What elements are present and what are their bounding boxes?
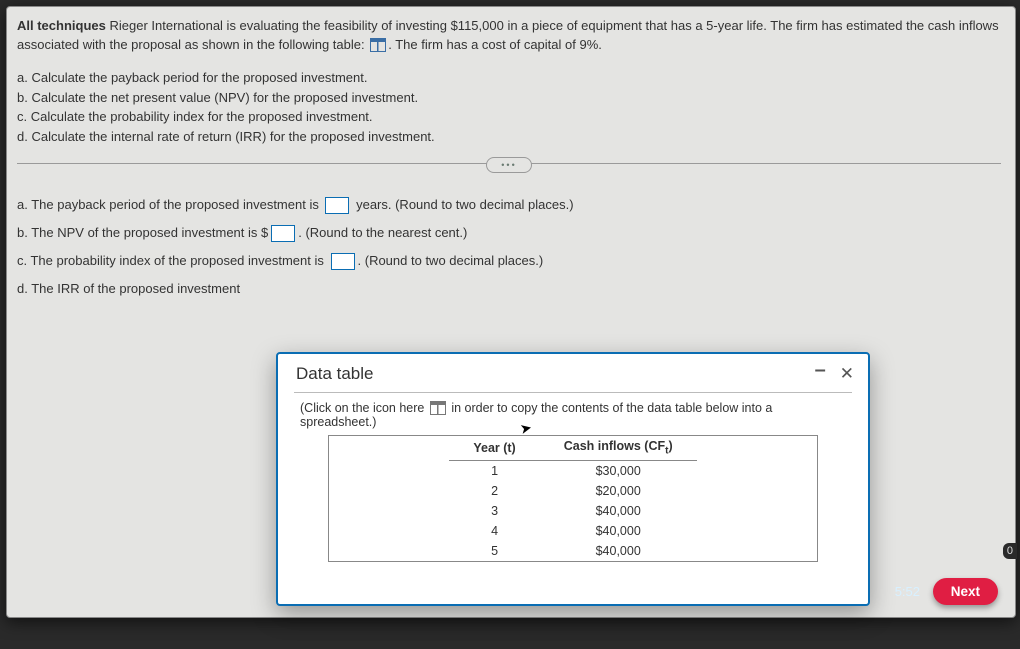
answer-b-post: . (Round to the nearest cent.) (298, 225, 467, 240)
cell-cf: $40,000 (540, 541, 697, 561)
section-divider: ••• (17, 163, 1001, 182)
input-payback[interactable] (325, 197, 349, 214)
question-a: a. Calculate the payback period for the … (17, 69, 1001, 88)
table-row: 3$40,000 (449, 501, 696, 521)
side-badge: 0 (1003, 543, 1017, 559)
table-body: 1$30,000 2$20,000 3$40,000 4$40,000 5$40… (449, 460, 696, 561)
col-year: Year (t) (449, 436, 539, 460)
intro-paragraph: All techniques Rieger International is e… (17, 17, 1001, 55)
cell-year: 3 (449, 501, 539, 521)
table-row: 2$20,000 (449, 481, 696, 501)
copy-table-icon[interactable] (430, 401, 446, 415)
close-icon[interactable]: ✕ (840, 364, 854, 384)
table-header-row: Year (t) Cash inflows (CFt) (449, 436, 696, 460)
modal-title: Data table (296, 364, 374, 384)
data-table-wrap: Year (t) Cash inflows (CFt) 1$30,000 2$2… (328, 435, 818, 562)
intro-text-2: . The firm has a cost of capital of 9%. (388, 37, 602, 52)
answer-c-pre: c. The probability index of the proposed… (17, 253, 324, 268)
cell-cf: $30,000 (540, 460, 697, 481)
question-content: All techniques Rieger International is e… (7, 7, 1015, 298)
cell-year: 5 (449, 541, 539, 561)
cell-cf: $20,000 (540, 481, 697, 501)
cell-cf: $40,000 (540, 521, 697, 541)
col2-pre: Cash inflows (CF (564, 439, 665, 453)
next-button[interactable]: Next (933, 578, 998, 605)
divider-handle[interactable]: ••• (486, 157, 532, 173)
input-pi[interactable] (331, 253, 355, 270)
timer-display: 5:52 (895, 584, 920, 599)
answer-b: b. The NPV of the proposed investment is… (17, 224, 1001, 243)
question-c: c. Calculate the probability index for t… (17, 108, 1001, 127)
answer-d: d. The IRR of the proposed investment (17, 280, 1001, 299)
screen-background: All techniques Rieger International is e… (0, 0, 1020, 649)
cell-cf: $40,000 (540, 501, 697, 521)
question-d: d. Calculate the internal rate of return… (17, 128, 1001, 147)
answer-c: c. The probability index of the proposed… (17, 252, 1001, 271)
answer-c-post: . (Round to two decimal places.) (358, 253, 544, 268)
cell-year: 1 (449, 460, 539, 481)
answer-a-pre: a. The payback period of the proposed in… (17, 197, 319, 212)
cell-year: 2 (449, 481, 539, 501)
input-npv[interactable] (271, 225, 295, 242)
question-list: a. Calculate the payback period for the … (17, 69, 1001, 147)
question-b: b. Calculate the net present value (NPV)… (17, 89, 1001, 108)
table-row: 5$40,000 (449, 541, 696, 561)
col2-post: ) (668, 439, 672, 453)
hint-pre: (Click on the icon here (300, 401, 428, 415)
modal-hint: (Click on the icon here in order to copy… (278, 399, 868, 435)
answer-b-pre: b. The NPV of the proposed investment is… (17, 225, 268, 240)
answer-d-pre: d. The IRR of the proposed investment (17, 281, 240, 296)
table-link-icon[interactable] (370, 38, 386, 52)
table-row: 4$40,000 (449, 521, 696, 541)
modal-divider (294, 392, 852, 393)
modal-header-icons: – ✕ (815, 364, 854, 384)
cell-year: 4 (449, 521, 539, 541)
answer-a-post: years. (Round to two decimal places.) (356, 197, 573, 212)
answer-section: a. The payback period of the proposed in… (17, 196, 1001, 298)
intro-bold: All techniques (17, 18, 106, 33)
table-row: 1$30,000 (449, 460, 696, 481)
col-cash-inflows: Cash inflows (CFt) (540, 436, 697, 460)
answer-a: a. The payback period of the proposed in… (17, 196, 1001, 215)
modal-header: Data table – ✕ (278, 354, 868, 386)
data-table-modal: Data table – ✕ (Click on the icon here i… (276, 352, 870, 606)
data-table: Year (t) Cash inflows (CFt) 1$30,000 2$2… (449, 436, 696, 561)
